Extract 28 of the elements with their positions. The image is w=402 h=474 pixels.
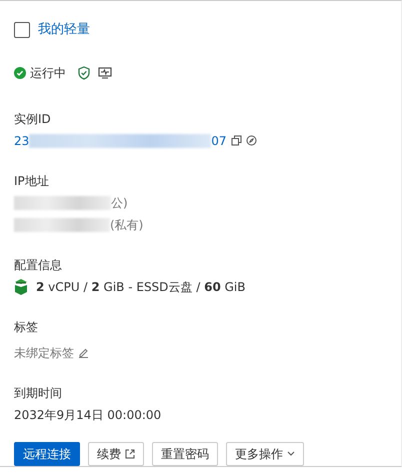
instance-id-end: 07	[211, 132, 227, 150]
connect-button[interactable]: 远程连接	[14, 442, 80, 466]
more-actions-button[interactable]: 更多操作	[226, 442, 304, 466]
renew-button[interactable]: 续费	[88, 442, 144, 466]
external-link-icon	[125, 448, 135, 458]
check-circle-icon	[14, 66, 26, 78]
config-text: 2 vCPU / 2 GiB - ESSD云盘 / 60 GiB	[36, 278, 246, 296]
instance-name-link[interactable]: 我的轻量	[38, 20, 90, 40]
field-label: 实例ID	[14, 110, 52, 128]
package-icon	[14, 278, 28, 296]
copy-icon[interactable]	[230, 135, 242, 146]
field-label: 标签	[14, 318, 39, 336]
ip-address-text: (私有)	[110, 216, 144, 234]
expiry-text: 2032年9月14日 00:00:00	[14, 406, 162, 424]
monitor-icon[interactable]	[98, 66, 112, 78]
tag-status-text: 未绑定标签	[14, 344, 74, 362]
shield-check-icon[interactable]	[78, 66, 90, 80]
field-label: 配置信息	[14, 256, 63, 274]
edit-icon[interactable]	[78, 347, 89, 358]
status-text: 运行中	[30, 64, 66, 82]
ip-address-text: 公)	[111, 194, 128, 212]
field-label: 到期时间	[14, 384, 63, 402]
caret-icon	[287, 451, 295, 456]
field-label: IP地址	[14, 172, 50, 190]
instance-id-start: 23	[14, 132, 30, 150]
checkbox[interactable]	[14, 22, 30, 38]
compass-icon[interactable]	[246, 135, 257, 146]
reset-password-button[interactable]: 重置密码	[152, 442, 218, 466]
